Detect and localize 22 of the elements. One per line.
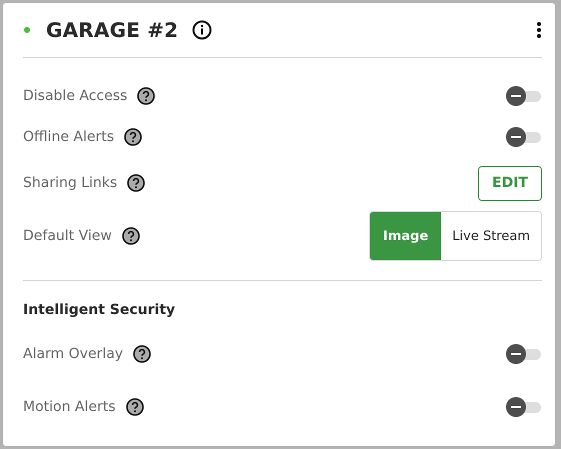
help-icon[interactable]	[126, 398, 144, 416]
toggle-switch[interactable]	[506, 127, 542, 147]
setting-label: Alarm Overlay	[23, 346, 124, 362]
setting-label: Sharing Links	[23, 175, 118, 191]
toggle-switch[interactable]	[506, 344, 542, 364]
help-icon[interactable]	[133, 345, 152, 363]
setting-label: Offline Alerts	[23, 129, 114, 145]
view-option[interactable]: Image	[370, 212, 442, 260]
section-title: Intelligent Security	[23, 302, 176, 318]
toggle-switch[interactable]	[506, 397, 542, 417]
setting-label: Default View	[23, 228, 112, 244]
camera-title: GARAGE #2	[46, 18, 178, 42]
help-icon[interactable]	[124, 128, 142, 146]
info-icon[interactable]	[192, 20, 212, 40]
setting-label: Motion Alerts	[23, 399, 116, 415]
more-icon[interactable]	[536, 21, 542, 39]
edit-button[interactable]: EDIT	[478, 166, 542, 200]
toggle-switch[interactable]	[506, 86, 542, 106]
setting-label: Disable Access	[23, 88, 128, 104]
help-icon[interactable]	[122, 227, 140, 245]
help-icon[interactable]	[127, 174, 146, 192]
help-icon[interactable]	[137, 87, 156, 105]
